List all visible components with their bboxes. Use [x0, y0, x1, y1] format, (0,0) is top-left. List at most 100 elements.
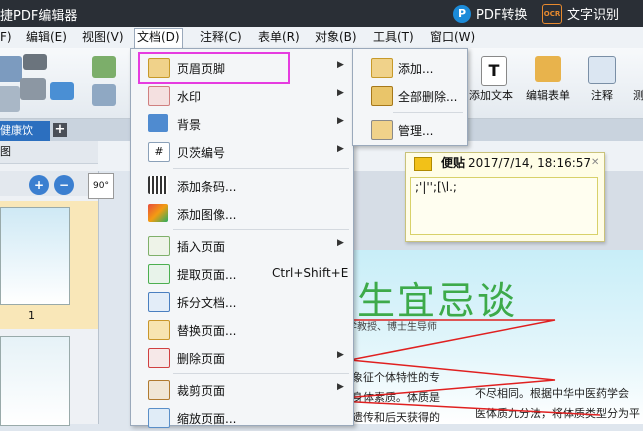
thumbnail-panel: 图 1 — [0, 141, 99, 426]
title-bar: 捷PDF编辑器 P PDF转换 OCR 文字识别 — [0, 0, 643, 27]
menu-item-label: 裁剪页面 — [177, 384, 226, 398]
menu-item-label: 添加条码... — [177, 180, 237, 194]
bates-number-icon: # — [148, 142, 170, 162]
menu-item-split-doc[interactable]: 拆分文档... — [131, 287, 353, 315]
submenu-arrow-icon: ▶ — [337, 116, 344, 126]
submenu-item-add[interactable]: 添加... — [353, 53, 467, 81]
menu-item-label: 删除页面 — [177, 352, 226, 366]
menu-item-shortcut: Ctrl+Shift+E — [272, 266, 349, 280]
watermark-icon — [148, 86, 170, 106]
add-tab-button[interactable]: + — [53, 123, 67, 137]
sticky-note[interactable]: 便贴 2017/7/14, 18:16:57 ✕ ;'|'';[\l.; — [405, 152, 605, 242]
split-document-icon — [148, 292, 170, 312]
menu-window[interactable]: 窗口(W) — [428, 29, 477, 46]
app-title: 捷PDF编辑器 — [0, 9, 78, 24]
zoom-in-icon[interactable]: + — [29, 175, 49, 195]
menu-separator — [173, 229, 349, 230]
crop-page-icon — [148, 380, 170, 400]
menu-item-label: 水印 — [177, 90, 202, 104]
menu-item-label: 添加图像... — [177, 208, 237, 222]
sticky-content[interactable]: ;'|'';[\l.; — [410, 177, 598, 235]
note-icon — [414, 157, 432, 171]
menu-document[interactable]: 文档(D) — [134, 28, 183, 48]
scanner-icon[interactable] — [23, 54, 47, 70]
ocr-button[interactable]: OCR 文字识别 — [542, 3, 619, 24]
menu-item-crop-page[interactable]: 裁剪页面 ▶ — [131, 375, 353, 403]
menu-bar: F) 编辑(E) 视图(V) 文档(D) 注释(C) 表单(R) 对象(B) 工… — [0, 27, 643, 49]
submenu-item-label: 添加... — [398, 62, 434, 76]
menu-separator — [173, 373, 349, 374]
menu-item-add-barcode[interactable]: 添加条码... — [131, 171, 353, 199]
annotate-icon[interactable] — [588, 56, 616, 84]
menu-item-label: 缩放页面... — [177, 412, 237, 426]
redo-icon[interactable] — [92, 84, 116, 106]
menu-item-replace-page[interactable]: 替换页面... — [131, 315, 353, 343]
submenu-arrow-icon: ▶ — [337, 350, 344, 360]
highlight-box — [138, 52, 290, 84]
menu-item-label: 背景 — [177, 118, 202, 132]
add-text-icon[interactable]: T — [481, 56, 507, 86]
menu-item-scale-page[interactable]: 缩放页面... — [131, 403, 353, 431]
document-tab[interactable]: 健康饮 — [0, 121, 50, 141]
menu-item-label: 拆分文档... — [177, 296, 237, 310]
delete-all-icon — [371, 86, 393, 106]
menu-item-watermark[interactable]: 水印 ▶ — [131, 81, 353, 109]
pdf-convert-button[interactable]: P PDF转换 — [453, 3, 527, 24]
sticky-title: 便贴 — [441, 156, 466, 170]
zoom-out-icon[interactable]: − — [54, 175, 74, 195]
menu-comment[interactable]: 注释(C) — [198, 29, 244, 46]
menu-edit[interactable]: 编辑(E) — [24, 29, 69, 46]
menu-item-label: 贝茨编号 — [177, 146, 226, 160]
submenu-separator — [393, 112, 463, 113]
menu-file[interactable]: F) — [0, 29, 14, 46]
menu-object[interactable]: 对象(B) — [313, 29, 359, 46]
submenu-item-label: 全部删除... — [398, 90, 458, 104]
annotate-label[interactable]: 注释 — [591, 87, 613, 103]
submenu-arrow-icon: ▶ — [337, 60, 344, 70]
menu-item-add-image[interactable]: 添加图像... — [131, 199, 353, 227]
undo-icon[interactable] — [92, 56, 116, 78]
submenu-arrow-icon: ▶ — [337, 238, 344, 248]
menu-item-label: 提取页面... — [177, 268, 237, 282]
submenu-item-delete-all[interactable]: 全部删除... — [353, 81, 467, 109]
header-footer-submenu: 添加... 全部删除... 管理... — [352, 48, 468, 146]
menu-item-delete-page[interactable]: 删除页面 ▶ — [131, 343, 353, 371]
add-header-icon — [371, 58, 393, 78]
menu-item-label: 替换页面... — [177, 324, 237, 338]
menu-tools[interactable]: 工具(T) — [371, 29, 416, 46]
save-icon[interactable] — [0, 86, 20, 112]
submenu-arrow-icon: ▶ — [337, 382, 344, 392]
menu-item-bates[interactable]: # 贝茨编号 ▶ — [131, 137, 353, 165]
background-icon — [148, 114, 168, 132]
edit-form-label[interactable]: 编辑表单 — [526, 87, 570, 103]
rotate-icon[interactable]: 90° — [88, 173, 114, 199]
page-thumbnail-1[interactable] — [0, 207, 70, 305]
delete-page-icon — [148, 348, 170, 368]
submenu-item-label: 管理... — [398, 124, 434, 138]
menu-item-background[interactable]: 背景 ▶ — [131, 109, 353, 137]
ocr-icon: OCR — [542, 3, 562, 24]
extract-page-icon — [148, 264, 170, 284]
cut-label[interactable]: 测 — [633, 87, 643, 103]
submenu-arrow-icon: ▶ — [337, 144, 344, 154]
page-thumbnail-2[interactable] — [0, 336, 70, 426]
manage-icon — [371, 120, 393, 140]
scale-page-icon — [148, 408, 170, 428]
edit-form-icon[interactable] — [535, 56, 561, 82]
add-text-label[interactable]: 添加文本 — [469, 87, 513, 103]
menu-item-extract-page[interactable]: 提取页面... Ctrl+Shift+E — [131, 259, 353, 287]
insert-page-icon — [148, 236, 170, 256]
open-icon[interactable] — [0, 56, 22, 82]
menu-form[interactable]: 表单(R) — [256, 29, 302, 46]
document-menu: 页眉页脚 ▶ 水印 ▶ 背景 ▶ # 贝茨编号 ▶ 添加条码... 添加图像..… — [130, 48, 354, 428]
ocr-label: 文字识别 — [567, 8, 620, 23]
print-icon[interactable] — [20, 78, 46, 100]
pdf-convert-label: PDF转换 — [476, 8, 528, 23]
menu-view[interactable]: 视图(V) — [80, 29, 126, 46]
submenu-arrow-icon: ▶ — [337, 88, 344, 98]
close-icon[interactable]: ✕ — [591, 153, 599, 173]
submenu-item-manage[interactable]: 管理... — [353, 115, 467, 143]
panel-title: 图 — [0, 141, 98, 164]
email-icon[interactable] — [50, 82, 74, 100]
menu-item-insert-page[interactable]: 插入页面 ▶ — [131, 231, 353, 259]
